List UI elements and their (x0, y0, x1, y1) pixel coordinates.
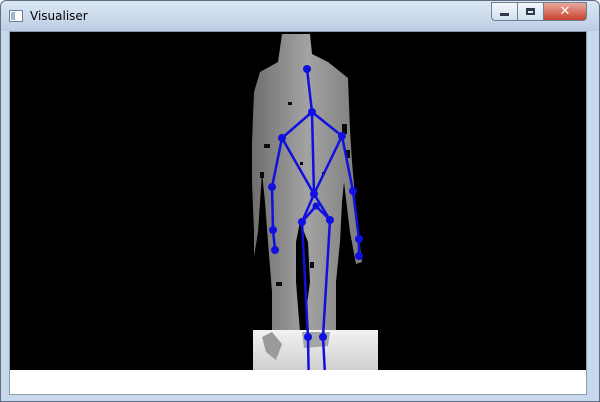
joint-pelvis (312, 202, 320, 210)
maximize-button[interactable] (517, 2, 544, 21)
window-title: Visualiser (30, 9, 88, 23)
joint-left-hand (271, 246, 279, 254)
visualiser-window: Visualiser ✕ (0, 0, 600, 402)
joint-left-elbow (268, 183, 276, 191)
joint-right-hand (355, 252, 363, 260)
joint-right-hip (326, 216, 334, 224)
minimize-icon (500, 13, 509, 16)
joint-left-hip (298, 218, 306, 226)
close-icon: ✕ (559, 4, 571, 19)
joint-right-elbow (349, 187, 357, 195)
joint-right-knee (319, 333, 327, 341)
joint-torso (310, 190, 318, 198)
visualiser-client-area (9, 31, 587, 395)
joint-right-shoulder (338, 132, 346, 140)
joint-right-wrist (355, 235, 363, 243)
title-bar[interactable]: Visualiser ✕ (1, 1, 599, 31)
minimize-button[interactable] (491, 2, 518, 21)
app-window-icon[interactable] (9, 10, 23, 22)
depth-visualisation (252, 34, 378, 370)
joint-left-shoulder (278, 134, 286, 142)
joint-left-wrist (269, 226, 277, 234)
maximize-icon (526, 8, 535, 15)
close-button[interactable]: ✕ (543, 2, 587, 21)
joint-head (303, 65, 311, 73)
depth-canvas (10, 32, 586, 370)
joint-left-knee (304, 333, 312, 341)
joint-neck (308, 108, 316, 116)
